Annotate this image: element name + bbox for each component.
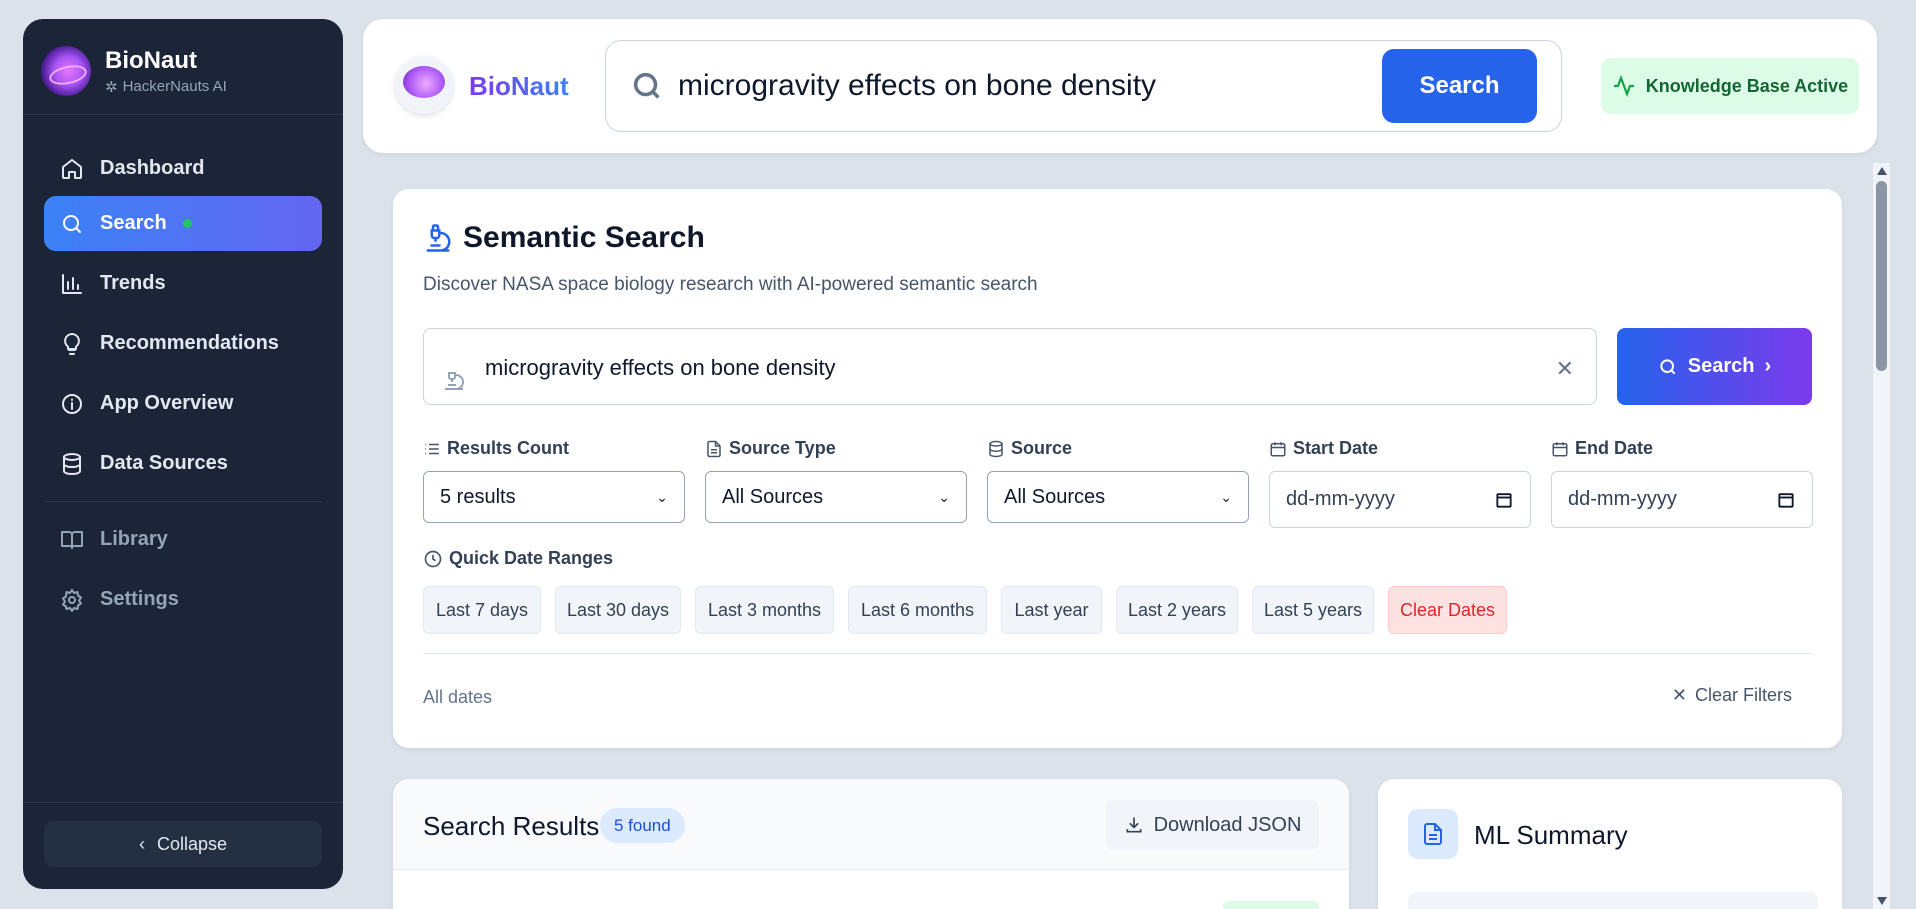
sidebar-item-trends[interactable]: Trends bbox=[44, 256, 322, 311]
bionaut-logo bbox=[395, 56, 453, 114]
ml-summary-icon-box bbox=[1408, 809, 1458, 859]
semantic-search-button[interactable]: Search › bbox=[1617, 328, 1812, 405]
close-icon: ✕ bbox=[1671, 685, 1687, 705]
sidebar-item-library[interactable]: Library bbox=[44, 512, 322, 567]
global-search-input[interactable]: microgravity effects on bone density Sea… bbox=[605, 40, 1562, 132]
ml-summary-panel: ML Summary bbox=[1378, 779, 1842, 909]
clear-dates-button[interactable]: Clear Dates bbox=[1388, 586, 1507, 634]
active-indicator-dot bbox=[182, 219, 192, 228]
search-results-panel: Search Results 5 found Download JSON bbox=[393, 779, 1349, 909]
quick-date-ranges-label: Quick Date Ranges bbox=[423, 548, 613, 569]
quick-range-last-5-years[interactable]: Last 5 years bbox=[1252, 586, 1374, 634]
calendar-icon[interactable] bbox=[1494, 490, 1514, 510]
calendar-icon[interactable] bbox=[1776, 490, 1796, 510]
sidebar-item-settings[interactable]: Settings bbox=[44, 572, 322, 627]
knowledge-base-status-badge: Knowledge Base Active bbox=[1601, 58, 1859, 114]
search-results-title: Search Results bbox=[423, 811, 600, 841]
microscope-icon bbox=[445, 372, 464, 390]
semantic-search-input[interactable]: microgravity effects on bone density ✕ bbox=[423, 328, 1597, 405]
chevron-right-icon: › bbox=[1764, 355, 1772, 377]
end-date-label: End Date bbox=[1551, 438, 1653, 459]
top-bar: BioNaut microgravity effects on bone den… bbox=[363, 19, 1877, 153]
sidebar-divider bbox=[23, 114, 343, 115]
end-date-input[interactable]: dd-mm-yyyy bbox=[1551, 471, 1813, 528]
search-icon bbox=[633, 72, 660, 99]
date-filter-status: All dates bbox=[423, 687, 493, 707]
lightbulb-icon bbox=[64, 332, 80, 355]
quick-range-last-year[interactable]: Last year bbox=[1001, 586, 1102, 634]
chevron-down-icon: ⌄ bbox=[938, 488, 950, 505]
results-count-badge: 5 found bbox=[600, 808, 685, 843]
start-date-input[interactable]: dd-mm-yyyy bbox=[1269, 471, 1531, 528]
book-icon bbox=[61, 530, 83, 549]
search-results-header: Search Results 5 found Download JSON bbox=[393, 779, 1349, 870]
list-icon bbox=[425, 443, 439, 454]
database-icon bbox=[989, 440, 1003, 457]
results-count-label: Results Count bbox=[423, 438, 569, 459]
global-search-query[interactable]: microgravity effects on bone density bbox=[678, 69, 1156, 103]
chevron-left-icon: ‹ bbox=[138, 833, 145, 854]
bar-chart-icon bbox=[62, 273, 82, 294]
calendar-icon bbox=[1552, 441, 1568, 456]
sidebar-divider bbox=[23, 802, 343, 803]
source-select[interactable]: All Sources ⌄ bbox=[987, 471, 1249, 523]
sidebar-item-recommendations[interactable]: Recommendations bbox=[44, 316, 322, 371]
gear-icon bbox=[62, 588, 82, 612]
info-icon bbox=[62, 393, 82, 414]
divider bbox=[423, 653, 1812, 654]
source-type-select[interactable]: All Sources ⌄ bbox=[705, 471, 967, 523]
semantic-search-title: Semantic Search bbox=[423, 221, 705, 255]
calendar-icon bbox=[1270, 441, 1286, 456]
chevron-down-icon: ⌄ bbox=[1220, 488, 1232, 505]
result-badge bbox=[1223, 901, 1319, 909]
quick-range-last-3-months[interactable]: Last 3 months bbox=[695, 586, 834, 634]
database-icon bbox=[63, 452, 81, 475]
collapse-button[interactable]: ‹ Collapse bbox=[44, 821, 322, 867]
activity-icon bbox=[1613, 74, 1634, 98]
semantic-search-query[interactable]: microgravity effects on bone density bbox=[485, 355, 836, 381]
scrollbar[interactable] bbox=[1873, 163, 1890, 909]
app-subtitle: ✲ HackerNauts AI bbox=[105, 78, 227, 96]
sidebar: BioNaut ✲ HackerNauts AI Dashboard Searc… bbox=[23, 19, 343, 889]
app-name: BioNaut bbox=[105, 46, 197, 74]
sidebar-divider bbox=[44, 501, 322, 502]
quick-range-last-2-years[interactable]: Last 2 years bbox=[1116, 586, 1238, 634]
search-icon bbox=[63, 214, 81, 233]
sidebar-item-app-overview[interactable]: App Overview bbox=[44, 376, 322, 431]
scroll-up-arrow-icon[interactable] bbox=[1877, 167, 1887, 175]
clock-icon bbox=[424, 550, 442, 567]
quick-range-last-7-days[interactable]: Last 7 days bbox=[423, 586, 541, 634]
sidebar-item-search[interactable]: Search bbox=[44, 196, 322, 251]
clear-query-icon[interactable]: ✕ bbox=[1556, 356, 1574, 382]
scroll-down-arrow-icon[interactable] bbox=[1877, 897, 1887, 905]
start-date-label: Start Date bbox=[1269, 438, 1378, 459]
source-label: Source bbox=[987, 438, 1072, 459]
sparkle-icon: ✲ bbox=[105, 78, 118, 96]
global-search-button[interactable]: Search bbox=[1382, 49, 1537, 123]
search-icon bbox=[1660, 358, 1676, 374]
ml-summary-title: ML Summary bbox=[1474, 820, 1628, 850]
quick-range-last-30-days[interactable]: Last 30 days bbox=[555, 586, 681, 634]
brand-title: BioNaut bbox=[469, 71, 569, 101]
semantic-search-subtitle: Discover NASA space biology research wit… bbox=[423, 274, 1038, 295]
document-icon bbox=[1424, 823, 1442, 845]
ml-summary-content bbox=[1408, 892, 1818, 909]
download-icon bbox=[1126, 817, 1142, 833]
microscope-icon bbox=[426, 224, 451, 252]
semantic-search-card: Semantic Search Discover NASA space biol… bbox=[393, 189, 1842, 748]
bionaut-logo bbox=[41, 46, 91, 96]
chevron-down-icon: ⌄ bbox=[656, 488, 668, 505]
download-json-button[interactable]: Download JSON bbox=[1106, 800, 1319, 850]
results-count-select[interactable]: 5 results ⌄ bbox=[423, 471, 685, 523]
source-type-label: Source Type bbox=[705, 438, 836, 459]
document-icon bbox=[707, 440, 721, 457]
home-icon bbox=[62, 158, 82, 179]
clear-filters-button[interactable]: ✕ Clear Filters bbox=[1672, 685, 1792, 706]
sidebar-brand[interactable]: BioNaut ✲ HackerNauts AI bbox=[41, 43, 227, 99]
quick-range-last-6-months[interactable]: Last 6 months bbox=[848, 586, 987, 634]
scrollbar-thumb[interactable] bbox=[1876, 181, 1887, 371]
sidebar-item-dashboard[interactable]: Dashboard bbox=[44, 141, 322, 196]
sidebar-item-data-sources[interactable]: Data Sources bbox=[44, 436, 322, 491]
